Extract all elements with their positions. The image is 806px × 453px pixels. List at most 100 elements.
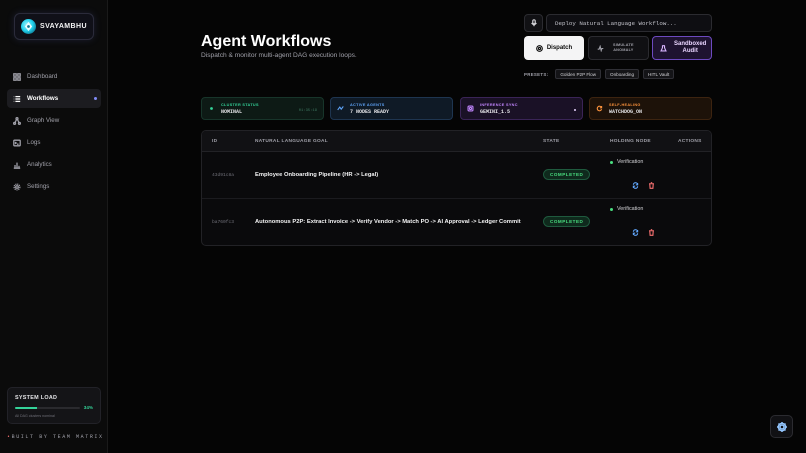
system-load-percent: 34% [83, 405, 93, 410]
retry-icon [632, 228, 638, 236]
preset-chip-golden-p2p[interactable]: Golden P2P Flow [555, 69, 602, 79]
sidebar-item-dashboard[interactable]: Dashboard [7, 67, 101, 86]
system-load-fill [15, 406, 38, 409]
built-by-footer: •BUILT BY TEAM MATRIX [7, 434, 104, 440]
sidebar-item-settings[interactable]: Settings [7, 177, 101, 196]
active-agents-label: ACTIVE AGENTS [350, 102, 385, 107]
table-row[interactable]: ba760fc3 Autonomous P2P: Extract Invoice… [202, 199, 711, 245]
retry-icon [632, 181, 638, 189]
terminal-icon [13, 139, 21, 146]
column-header-goal: NATURAL LANGUAGE GOAL [255, 139, 329, 144]
delete-button[interactable] [647, 228, 655, 236]
sync-indicator-dot [574, 109, 576, 111]
trash-icon [648, 228, 654, 236]
inference-sync-card: INFERENCE SYNC GEMINI_1.5 [460, 97, 583, 120]
system-load-bar [15, 406, 80, 409]
holding-node-label: Verification [617, 159, 644, 165]
sidebar-nav: Dashboard Workflows Graph View Logs Anal… [7, 67, 101, 199]
page-subtitle: Dispatch & monitor multi-agent DAG execu… [201, 52, 357, 59]
cluster-status-card: CLUSTER STATUS NOMINAL 01:35:19 [201, 97, 324, 120]
self-healing-text: SELF-HEALING WATCHDOG_ON [609, 103, 642, 115]
sidebar-item-graph-view[interactable]: Graph View [7, 111, 101, 130]
logo[interactable]: SVAYAMBHU [14, 13, 94, 40]
preset-chip-hitl-vault[interactable]: HITL Vault [643, 69, 675, 79]
sidebar-item-label: Logs [27, 139, 41, 146]
workflow-command-input[interactable] [546, 14, 712, 32]
active-indicator-dot [94, 97, 97, 100]
sandboxed-audit-line-1: Sandboxed [674, 40, 707, 47]
sandboxed-audit-button[interactable]: Sandboxed Audit [652, 36, 712, 60]
cluster-status-text: CLUSTER STATUS NOMINAL [221, 103, 259, 115]
column-header-state: STATE [543, 139, 560, 144]
self-healing-value: WATCHDOG_ON [609, 108, 643, 115]
simulate-anomaly-line-1: SIMULATE [613, 43, 634, 47]
active-agents-text: ACTIVE AGENTS 7 NODES READY [350, 103, 389, 115]
retry-button[interactable] [631, 181, 639, 189]
retry-button[interactable] [631, 228, 639, 236]
workflow-id: ba760fc3 [212, 220, 235, 225]
active-agents-card: ACTIVE AGENTS 7 NODES READY [330, 97, 453, 120]
table-header: ID NATURAL LANGUAGE GOAL STATE HOLDING N… [202, 131, 711, 152]
workflow-goal: Autonomous P2P: Extract Invoice -> Verif… [255, 219, 521, 225]
self-healing-card: SELF-HEALING WATCHDOG_ON [589, 97, 712, 120]
node-status-dot [610, 207, 613, 211]
app-name: SVAYAMBHU [40, 23, 87, 30]
workflow-goal: Employee Onboarding Pipeline (HR -> Lega… [255, 172, 379, 178]
cluster-status-time: 01:35:19 [298, 109, 317, 113]
sidebar-item-workflows[interactable]: Workflows [7, 89, 101, 108]
dispatch-button[interactable]: Dispatch [524, 36, 584, 60]
graph-icon [13, 116, 21, 125]
sidebar: SVAYAMBHU Dashboard Workflows Graph View… [0, 0, 108, 453]
main-content: Agent Workflows Dispatch & monitor multi… [108, 0, 806, 453]
simulate-anomaly-line-2: ANOMALY [613, 48, 634, 52]
workflows-table: ID NATURAL LANGUAGE GOAL STATE HOLDING N… [201, 130, 712, 246]
list-icon [13, 95, 21, 102]
column-header-id: ID [212, 139, 218, 144]
sandboxed-audit-line-2: Audit [682, 48, 698, 54]
self-healing-label: SELF-HEALING [609, 102, 641, 107]
refresh-icon [596, 105, 603, 112]
sidebar-item-logs[interactable]: Logs [7, 133, 101, 152]
app-root: SVAYAMBHU Dashboard Workflows Graph View… [0, 0, 806, 453]
status-badge: COMPLETED [543, 216, 591, 227]
presets-label: PRESETS: [524, 71, 549, 77]
delete-button[interactable] [647, 181, 655, 189]
flask-icon [660, 44, 667, 52]
sidebar-item-analytics[interactable]: Analytics [7, 155, 101, 174]
workflow-id: 43d91c8a [212, 173, 235, 178]
sidebar-item-label: Graph View [27, 117, 60, 124]
sidebar-item-label: Settings [27, 183, 50, 190]
footer-text: BUILT BY TEAM MATRIX [11, 434, 104, 440]
holding-node: Verification [610, 206, 643, 212]
pulse-icon [597, 44, 604, 52]
floating-settings-button[interactable] [770, 415, 793, 438]
dispatch-label: Dispatch [546, 45, 573, 51]
sidebar-item-label: Dashboard [27, 73, 58, 80]
activity-icon [337, 105, 344, 112]
system-load-note: All DAG clusters nominal [15, 414, 55, 418]
system-load-row: 34% [15, 405, 93, 410]
cluster-status-label: CLUSTER STATUS [221, 102, 259, 107]
status-dot-icon [208, 105, 215, 112]
column-header-actions: ACTIONS [678, 139, 702, 144]
chart-icon [13, 162, 21, 169]
holding-node: Verification [610, 159, 643, 165]
table-row[interactable]: 43d91c8a Employee Onboarding Pipeline (H… [202, 152, 711, 199]
simulate-anomaly-label: SIMULATE ANOMALY [613, 43, 634, 53]
sidebar-item-label: Analytics [27, 161, 52, 168]
trash-icon [648, 181, 654, 189]
gear-icon [776, 421, 787, 432]
simulate-anomaly-button[interactable]: SIMULATE ANOMALY [588, 36, 649, 60]
column-header-holding-node: HOLDING NODE [610, 139, 651, 144]
gear-icon [13, 182, 21, 191]
grid-icon [13, 72, 21, 81]
inference-sync-label: INFERENCE SYNC [480, 102, 518, 107]
target-icon [535, 44, 543, 52]
system-load-card: SYSTEM LOAD 34% All DAG clusters nominal [7, 387, 101, 424]
sandboxed-audit-label: Sandboxed Audit [674, 41, 706, 56]
preset-chip-onboarding[interactable]: Onboarding [605, 69, 640, 79]
cluster-status-value: NOMINAL [221, 108, 243, 115]
voice-input-button[interactable] [524, 14, 543, 32]
page-title: Agent Workflows [201, 33, 332, 50]
microphone-icon [530, 19, 537, 27]
